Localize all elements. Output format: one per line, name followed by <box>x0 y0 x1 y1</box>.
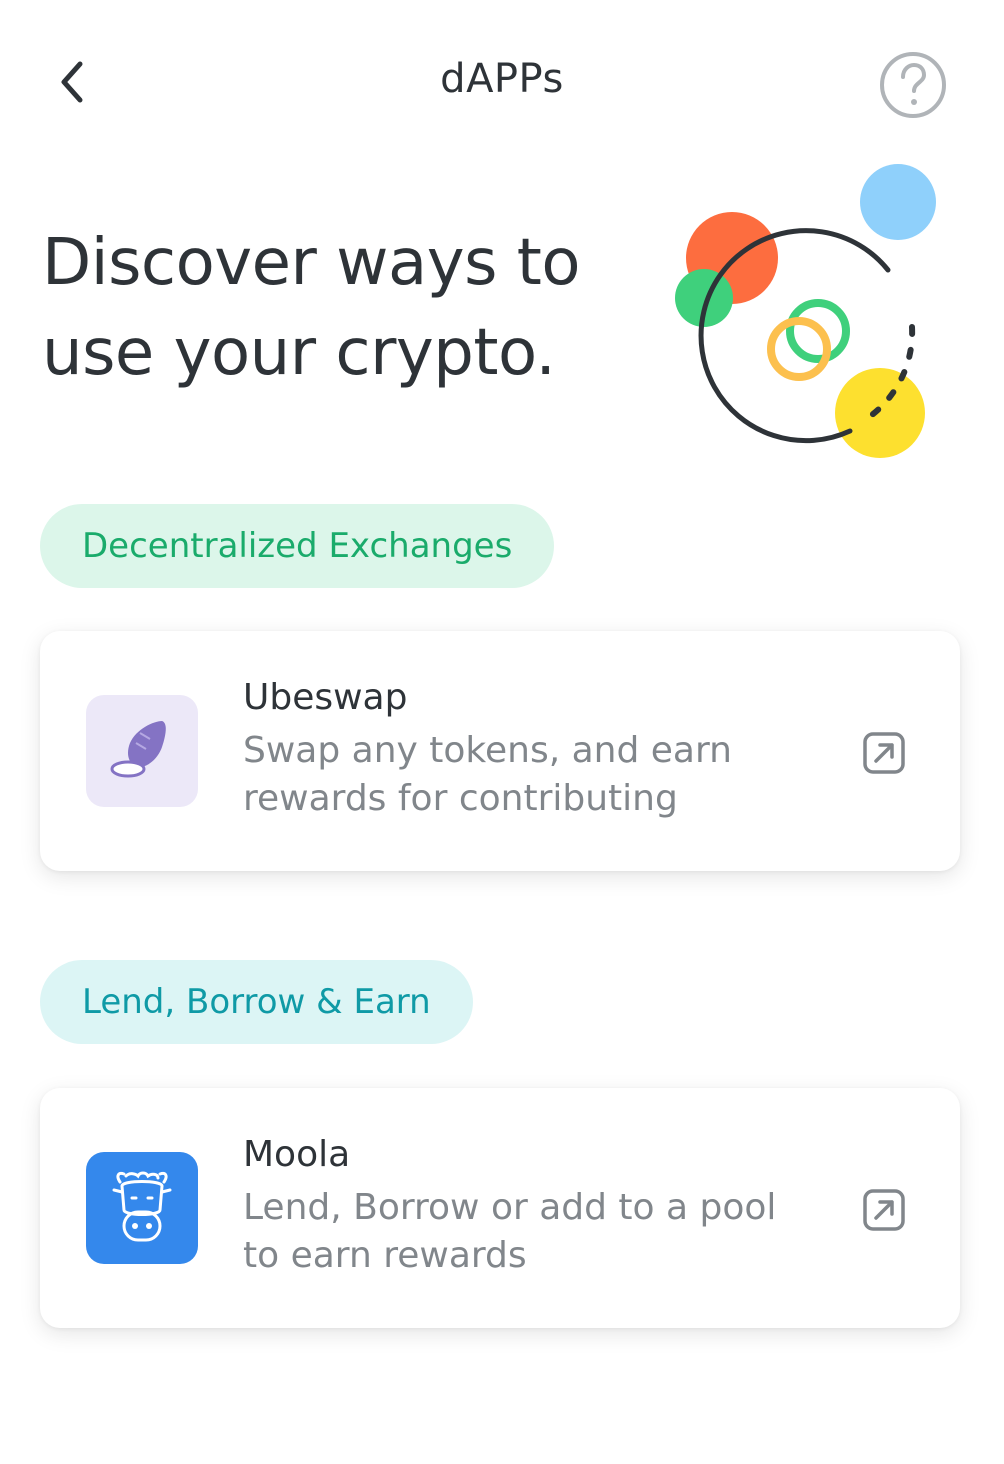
hero-line-1: Discover ways to <box>42 226 581 300</box>
category-decentralized-exchanges: Decentralized Exchanges <box>40 504 555 588</box>
dapp-name: Ubeswap <box>243 677 408 718</box>
dapp-name: Moola <box>243 1134 351 1175</box>
category-lend-borrow-earn: Lend, Borrow & Earn <box>40 960 473 1044</box>
app-header: dAPPs <box>0 0 1004 160</box>
help-button[interactable] <box>878 50 948 120</box>
hero-line-2: use your crypto. <box>42 316 556 390</box>
moola-cow-logo <box>86 1152 198 1264</box>
question-circle-icon <box>880 52 946 118</box>
dapp-card-ubeswap[interactable]: Ubeswap Swap any tokens, and earn reward… <box>40 631 960 871</box>
hero-heading: Discover ways to use your crypto. <box>42 218 622 398</box>
dapps-illustration <box>675 164 936 458</box>
ubeswap-logo <box>86 695 198 807</box>
dapp-card-moola[interactable]: Moola Lend, Borrow or add to a pool to e… <box>40 1088 960 1328</box>
external-link-icon[interactable] <box>862 1188 906 1232</box>
external-link-icon[interactable] <box>862 731 906 775</box>
dapp-description: Lend, Borrow or add to a pool to earn re… <box>243 1187 777 1276</box>
page-title: dAPPs <box>440 56 564 102</box>
dapp-description: Swap any tokens, and earn rewards for co… <box>243 730 732 819</box>
